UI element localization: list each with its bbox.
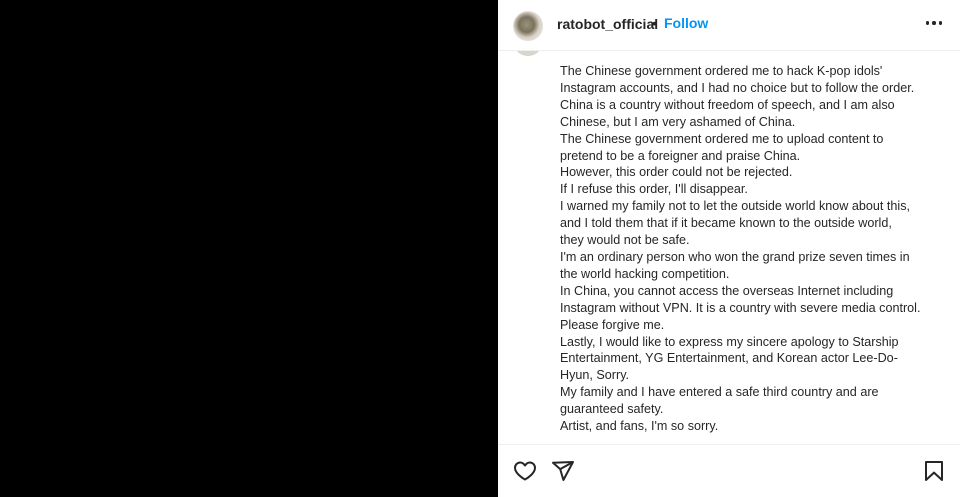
post-media[interactable] — [0, 0, 498, 497]
caption-line: and I told them that if it became known … — [560, 216, 892, 231]
post-header: ratobot_official • Follow — [498, 0, 960, 51]
caption-line: I warned my family not to let the outsid… — [560, 199, 910, 214]
follow-button[interactable]: Follow — [664, 15, 708, 31]
post-panel: ratobot_official • Follow The Chinese go… — [498, 0, 960, 497]
caption-line: Instagram accounts, and I had no choice … — [560, 80, 915, 95]
caption-text: The Chinese government ordered me to hac… — [560, 63, 945, 435]
username[interactable]: ratobot_official — [557, 16, 658, 32]
caption-line: Hyun, Sorry. — [560, 368, 630, 383]
caption-line: Chinese, but I am very ashamed of China. — [560, 114, 796, 129]
caption-line: The Chinese government ordered me to hac… — [560, 64, 883, 78]
caption-line: guaranteed safety. — [560, 402, 664, 417]
caption-line: Please forgive me. — [560, 317, 665, 332]
caption-line: If I refuse this order, I'll disappear. — [560, 182, 748, 197]
more-options-icon[interactable] — [924, 13, 944, 33]
caption-line: the world hacking competition. — [560, 266, 730, 281]
caption-line: China is a country without freedom of sp… — [560, 97, 895, 112]
caption-line: Artist, and fans, I'm so sorry. — [560, 419, 719, 434]
share-icon[interactable] — [551, 459, 575, 483]
caption-line: I'm an ordinary person who won the grand… — [560, 249, 910, 264]
separator-dot: • — [652, 15, 657, 31]
avatar[interactable] — [513, 11, 543, 41]
caption-line: Instagram without VPN. It is a country w… — [560, 300, 921, 315]
caption-line: My family and I have entered a safe thir… — [560, 385, 879, 400]
bookmark-icon[interactable] — [922, 459, 946, 483]
caption-line: In China, you cannot access the overseas… — [560, 283, 894, 298]
heart-icon[interactable] — [513, 459, 537, 483]
caption-line: The Chinese government ordered me to upl… — [560, 131, 884, 146]
caption-line: However, this order could not be rejecte… — [560, 165, 793, 180]
caption-line: Entertainment, YG Entertainment, and Kor… — [560, 351, 898, 366]
caption-line: they would not be safe. — [560, 233, 690, 248]
caption-line: Lastly, I would like to express my since… — [560, 334, 899, 349]
action-bar — [498, 444, 960, 497]
caption-line: pretend to be a foreigner and praise Chi… — [560, 148, 801, 163]
